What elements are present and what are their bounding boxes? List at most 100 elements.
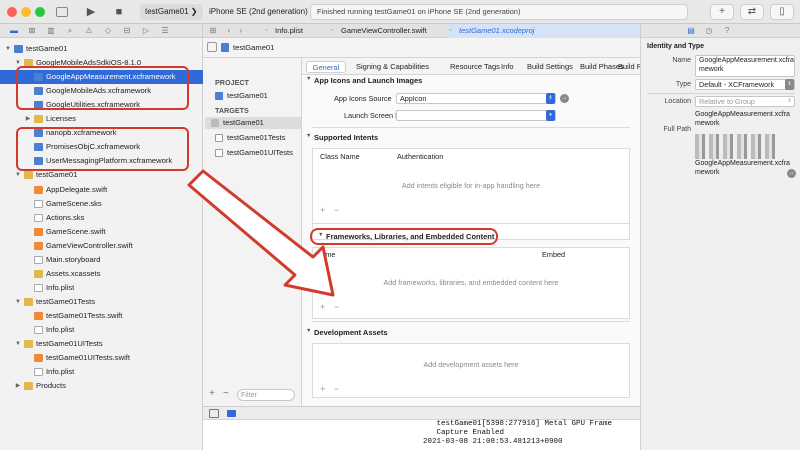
navigator-row[interactable]: GameScene.sks — [0, 197, 203, 211]
library-button[interactable]: + — [710, 4, 734, 20]
select-value: AppIcon — [400, 94, 427, 103]
console-output[interactable]: testGame01[5398:277916] Metal GPU Frame … — [203, 420, 640, 450]
inspector-selector-bar: ▤ ◷ ? — [641, 24, 800, 38]
zoom-window-button[interactable] — [35, 7, 45, 17]
navigator-row[interactable]: ▶ Products — [0, 379, 203, 393]
tab-signing[interactable]: Signing & Capabilities — [356, 61, 429, 73]
navigator-row[interactable]: ▼ testGame01UITests — [0, 337, 203, 351]
history-inspector-icon[interactable]: ◷ — [703, 25, 715, 37]
app-icons-source-select[interactable]: AppIcon ⇕ — [396, 93, 556, 104]
disclosure-triangle-icon[interactable]: ▼ — [14, 337, 22, 351]
disclosure-triangle-icon[interactable]: ▶ — [24, 112, 32, 126]
target-icon — [215, 134, 223, 142]
tab-info-plist[interactable]: ▫ Info.plist — [263, 24, 323, 38]
add-target-button[interactable]: + — [209, 388, 215, 399]
target-label: testGame01Tests — [227, 133, 286, 142]
navigator-row[interactable]: testGame01UITests.swift — [0, 351, 203, 365]
stop-icon[interactable]: ■ — [112, 5, 126, 19]
folder-icon — [34, 115, 43, 124]
navigator-row[interactable]: Info.plist — [0, 323, 203, 337]
app-icons-section-header[interactable]: ▼ App Icons and Launch Images — [306, 76, 422, 85]
sidebar-toggle-icon[interactable] — [56, 7, 68, 17]
navigator-row[interactable]: GameScene.swift — [0, 225, 203, 239]
project-navigator-icon[interactable]: ▬ — [8, 25, 20, 37]
run-icon[interactable]: ▶ — [84, 5, 98, 19]
disclosure-triangle-icon[interactable]: ▼ — [4, 42, 12, 56]
inspector-toggle-button[interactable]: ▯ — [770, 4, 794, 20]
navigator-row[interactable]: Main.storyboard — [0, 253, 203, 267]
forward-icon[interactable]: › — [235, 25, 247, 37]
navigator-row[interactable]: GameViewController.swift — [0, 239, 203, 253]
project-item-label: testGame01 — [227, 91, 268, 100]
back-icon[interactable]: ‹ — [223, 25, 235, 37]
disclosure-triangle-icon[interactable]: ▶ — [14, 379, 22, 393]
debug-navigator-icon[interactable]: ⊟ — [121, 25, 133, 37]
disclosure-triangle-icon: ▼ — [306, 76, 312, 82]
source-control-icon[interactable]: ⊠ — [26, 25, 38, 37]
navigator-row[interactable]: ▶ Licenses — [0, 112, 203, 126]
file-inspector-icon[interactable]: ▤ — [685, 25, 697, 37]
scheme-selector[interactable]: testGame01 ❯ — [140, 4, 203, 20]
target-icon — [211, 119, 219, 127]
device-selector[interactable]: iPhone SE (2nd generation) — [204, 4, 313, 20]
help-inspector-icon[interactable]: ? — [721, 25, 733, 37]
go-arrow-icon[interactable]: → — [560, 94, 569, 103]
navigator-row[interactable]: Actions.sks — [0, 211, 203, 225]
intents-section-header[interactable]: ▼ Supported Intents — [306, 133, 378, 142]
targets-toggle-icon[interactable] — [207, 42, 217, 52]
navigator-row[interactable]: Assets.xcassets — [0, 267, 203, 281]
minimize-window-button[interactable] — [21, 7, 31, 17]
breakpoint-navigator-icon[interactable]: ▷ — [140, 25, 152, 37]
select-value: Default - XCFramework — [699, 80, 775, 89]
tab-resource-tags[interactable]: Resource Tags — [450, 61, 500, 73]
location-select[interactable]: Relative to Group ⇕ — [695, 96, 795, 107]
breakpoint-toggle-icon[interactable] — [227, 410, 236, 417]
find-navigator-icon[interactable]: ⌕ — [64, 25, 76, 37]
code-review-button[interactable]: ⇄ — [740, 4, 764, 20]
issue-navigator-icon[interactable]: ⚠ — [83, 25, 95, 37]
tab-xcodeproj[interactable]: ▫ testGame01.xcodeproj — [447, 24, 640, 38]
editor-grid-icon[interactable]: ⊞ — [207, 25, 219, 37]
remove-asset-button[interactable]: − — [334, 384, 339, 394]
report-navigator-icon[interactable]: ☰ — [159, 25, 171, 37]
navigator-row-label: Actions.sks — [46, 212, 85, 222]
jump-bar-project[interactable]: testGame01 — [233, 43, 274, 52]
file-inspector: ▤ ◷ ? Identity and Type Name GoogleAppMe… — [640, 24, 800, 450]
disclosure-triangle-icon[interactable]: ▼ — [14, 295, 22, 309]
device-name: iPhone SE (2nd generation) — [209, 7, 308, 16]
remove-target-button[interactable]: − — [223, 388, 229, 399]
test-navigator-icon[interactable]: ◇ — [102, 25, 114, 37]
symbol-navigator-icon[interactable]: ▥ — [45, 25, 57, 37]
navigator-selector-bar: ▬ ⊠ ▥ ⌕ ⚠ ◇ ⊟ ▷ ☰ — [0, 24, 203, 38]
console-line: Capture Enabled — [423, 429, 505, 437]
type-select[interactable]: Default - XCFramework ⇕ — [695, 79, 795, 90]
navigator-row[interactable]: ▼ testGame01Tests — [0, 295, 203, 309]
frameworks-section-header[interactable]: ▼ Frameworks, Libraries, and Embedded Con… — [318, 232, 494, 241]
remove-framework-button[interactable]: − — [334, 302, 339, 312]
dev-assets-section-header[interactable]: ▼ Development Assets — [306, 328, 388, 337]
tab-game-view-controller[interactable]: ▫ GameViewController.swift — [329, 24, 447, 38]
tab-build-settings[interactable]: Build Settings — [527, 61, 573, 73]
tab-build-rules[interactable]: Build Rules — [618, 61, 640, 73]
navigator-row[interactable]: testGame01Tests.swift — [0, 309, 203, 323]
tab-general[interactable]: General — [306, 61, 346, 73]
target-item-tests[interactable]: testGame01Tests — [209, 132, 301, 144]
project-item[interactable]: testGame01 — [209, 90, 301, 102]
add-asset-button[interactable]: + — [320, 384, 325, 394]
target-item-testgame01[interactable]: testGame01 — [205, 117, 301, 129]
navigator-row[interactable]: AppDelegate.swift — [0, 183, 203, 197]
navigator-row[interactable]: ▼ testGame01 — [0, 42, 203, 56]
hide-debug-area-icon[interactable] — [209, 409, 219, 418]
target-item-uitests[interactable]: testGame01UITests — [209, 147, 301, 159]
targets-filter-input[interactable]: Filter — [237, 389, 295, 401]
close-window-button[interactable] — [7, 7, 17, 17]
tab-info[interactable]: Info — [501, 61, 514, 73]
intents-table — [312, 148, 630, 240]
navigator-row[interactable]: Info.plist — [0, 365, 203, 379]
launch-screen-select[interactable]: ▾ — [396, 110, 556, 121]
add-framework-button[interactable]: + — [320, 302, 325, 312]
targets-header: TARGETS — [215, 106, 249, 115]
navigator-row[interactable]: Info.plist — [0, 281, 203, 295]
name-field[interactable]: GoogleAppMeasurement.xcframework — [695, 55, 795, 77]
reveal-in-finder-icon[interactable]: → — [787, 169, 796, 178]
